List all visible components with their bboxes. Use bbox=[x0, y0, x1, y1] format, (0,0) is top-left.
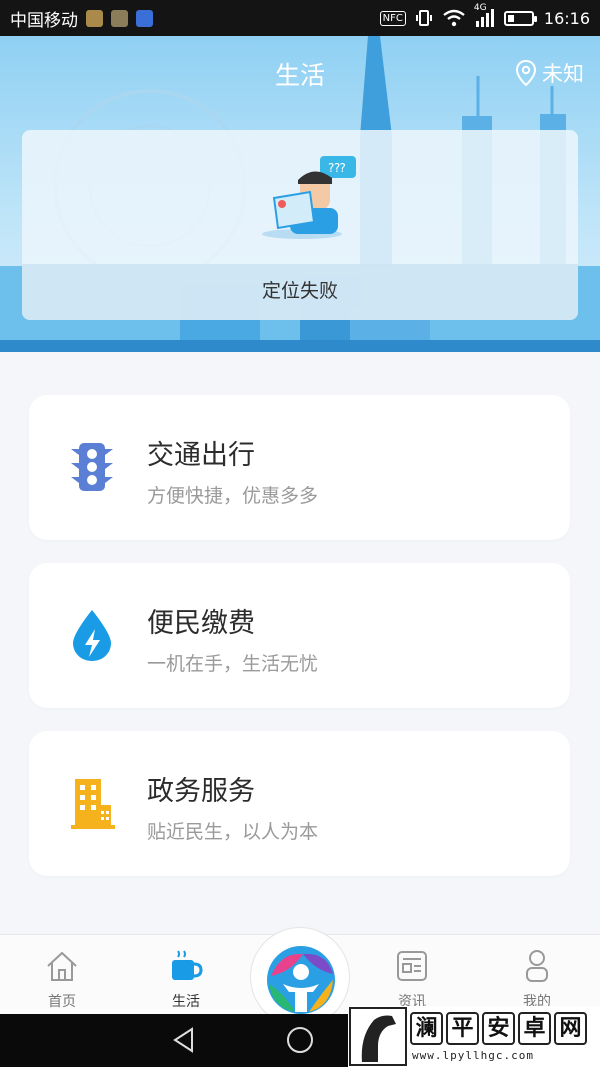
water-drop-icon bbox=[73, 610, 111, 661]
service-subtitle: 贴近民生，以人为本 bbox=[147, 821, 319, 843]
clock: 16:16 bbox=[543, 8, 590, 28]
battery-icon bbox=[503, 10, 537, 26]
tab-home[interactable]: 首页 bbox=[22, 949, 102, 1011]
carrier-name: 中国移动 bbox=[10, 10, 78, 31]
signal-indicator: 4G bbox=[474, 3, 494, 27]
home-circle-icon[interactable] bbox=[286, 1026, 314, 1054]
vibrate-icon bbox=[415, 10, 432, 26]
service-card-utility-payment[interactable]: 便民缴费 一机在手，生活无忧 bbox=[29, 563, 570, 708]
notification-app-icon bbox=[86, 9, 103, 27]
news-icon bbox=[397, 951, 427, 981]
site-watermark: 澜 平 安 卓 网 www.lpyllhgc.com bbox=[348, 1006, 600, 1067]
location-error-message: 定位失败 bbox=[261, 280, 338, 302]
location-selector[interactable]: 未知 bbox=[516, 58, 584, 88]
status-bar: 中国移动 NFC 4G 16:16 bbox=[0, 0, 600, 36]
service-list: 交通出行 方便快捷，优惠多多 便民缴费 一机在手，生活无忧 政务服务 贴近民生，… bbox=[29, 395, 570, 899]
horse-logo-icon bbox=[349, 1007, 407, 1066]
service-title: 政务服务 bbox=[147, 776, 255, 807]
service-subtitle: 一机在手，生活无忧 bbox=[147, 653, 319, 675]
bottom-tab-bar: 首页 生活 资讯 我的 bbox=[0, 927, 600, 1027]
tab-mine[interactable]: 我的 bbox=[497, 949, 577, 1011]
map-pin-icon bbox=[516, 60, 536, 86]
center-action-button[interactable] bbox=[250, 927, 350, 1027]
service-title: 交通出行 bbox=[147, 440, 255, 471]
svg-text:?⁇: ?⁇ bbox=[328, 161, 345, 175]
service-card-government[interactable]: 政务服务 贴近民生，以人为本 bbox=[29, 731, 570, 876]
traffic-light-icon bbox=[71, 443, 113, 491]
map-reading-person-illustration: ?⁇ bbox=[262, 156, 356, 239]
coffee-cup-icon bbox=[172, 950, 203, 980]
service-title: 便民缴费 bbox=[147, 608, 255, 639]
home-icon bbox=[47, 951, 77, 981]
tab-news[interactable]: 资讯 bbox=[372, 949, 452, 1011]
building-icon bbox=[71, 779, 115, 829]
tab-label: 生活 bbox=[172, 994, 200, 1010]
hero-banner: 生活 未知 ?⁇ 定位失败 bbox=[0, 36, 600, 352]
watermark-text: 澜 平 安 卓 网 bbox=[410, 1012, 587, 1045]
person-icon bbox=[526, 950, 548, 982]
location-status-card[interactable]: ?⁇ 定位失败 bbox=[22, 130, 578, 320]
notification-app-icon bbox=[136, 9, 153, 27]
tab-label: 首页 bbox=[48, 994, 76, 1010]
service-subtitle: 方便快捷，优惠多多 bbox=[147, 485, 319, 507]
wifi-icon bbox=[443, 9, 465, 27]
service-card-transport[interactable]: 交通出行 方便快捷，优惠多多 bbox=[29, 395, 570, 540]
back-icon[interactable] bbox=[170, 1026, 198, 1054]
page-title: 生活 bbox=[274, 61, 325, 90]
tab-life[interactable]: 生活 bbox=[146, 949, 226, 1011]
app-logo-icon bbox=[267, 946, 335, 1014]
watermark-url: www.lpyllhgc.com bbox=[412, 1049, 534, 1062]
notification-app-icon bbox=[111, 9, 128, 27]
nfc-icon: NFC bbox=[379, 10, 406, 26]
location-label: 未知 bbox=[542, 62, 584, 86]
